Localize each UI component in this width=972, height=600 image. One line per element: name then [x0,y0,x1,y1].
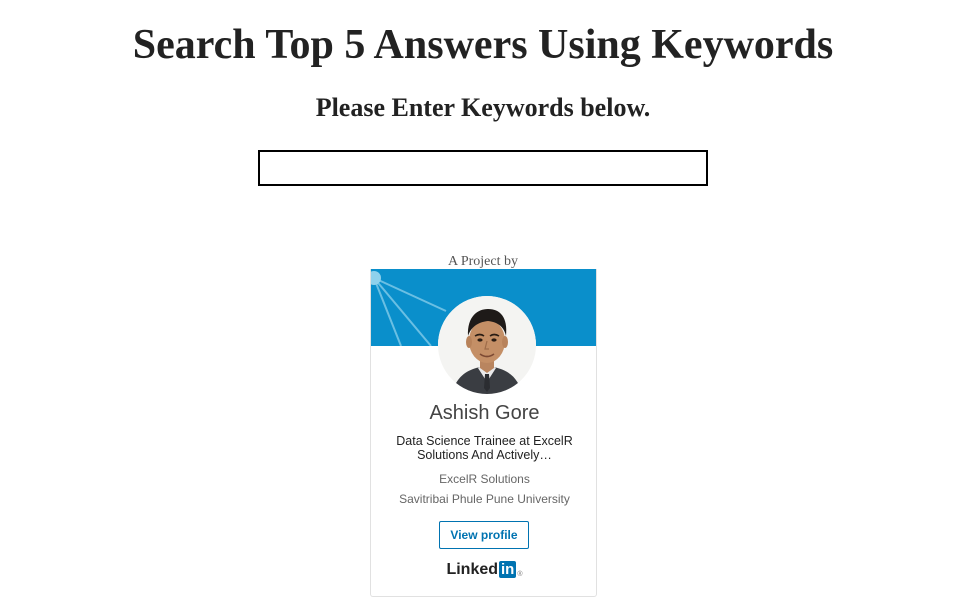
profile-name[interactable]: Ashish Gore [371,401,596,425]
page-title: Search Top 5 Answers Using Keywords [132,22,834,68]
profile-photo-icon [438,296,536,394]
profile-company[interactable]: ExcelR Solutions [371,472,596,486]
page-subtitle: Please Enter Keywords below. [315,93,651,122]
linkedin-logo-text: Linked [446,561,499,578]
linkedin-in-icon: in [499,561,517,578]
profile-school[interactable]: Savitribai Phule Pune University [371,492,596,506]
project-credit-label: A Project by [448,254,518,269]
linkedin-logo[interactable]: Linked in ® [371,560,596,585]
avatar[interactable] [438,296,536,394]
view-profile-button[interactable]: View profile [439,521,529,549]
keyword-search-input[interactable] [258,150,708,186]
registered-mark: ® [517,571,523,578]
profile-headline: Data Science Trainee at ExcelR Solutions… [396,434,573,462]
linkedin-profile-badge: Ashish Gore Data Science Trainee at Exce… [370,269,597,597]
